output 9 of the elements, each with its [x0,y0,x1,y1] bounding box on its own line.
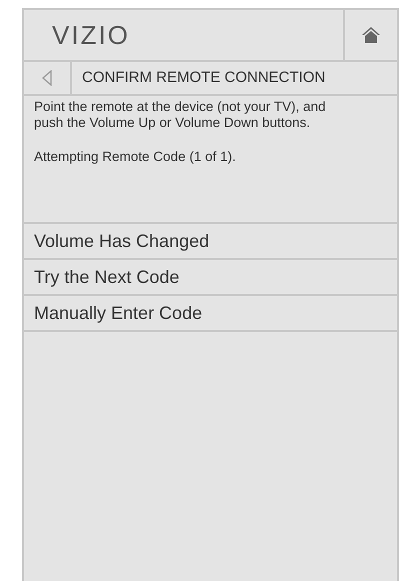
back-icon [42,70,52,86]
menu-item[interactable]: Manually Enter Code [24,296,397,332]
screen-title: CONFIRM REMOTE CONNECTION [81,68,326,88]
logo: VIZIO [52,18,130,52]
home-icon [362,27,380,43]
description-text: Attempting Remote Code (1 of 1). [34,149,237,165]
menu-item[interactable]: Try the Next Code [24,260,397,296]
description-text: Point the remote at the device (not your TV), and push the Volume Up or Volume Down buttons. [34,99,327,131]
menu-item[interactable]: Volume Has Changed [24,224,397,260]
